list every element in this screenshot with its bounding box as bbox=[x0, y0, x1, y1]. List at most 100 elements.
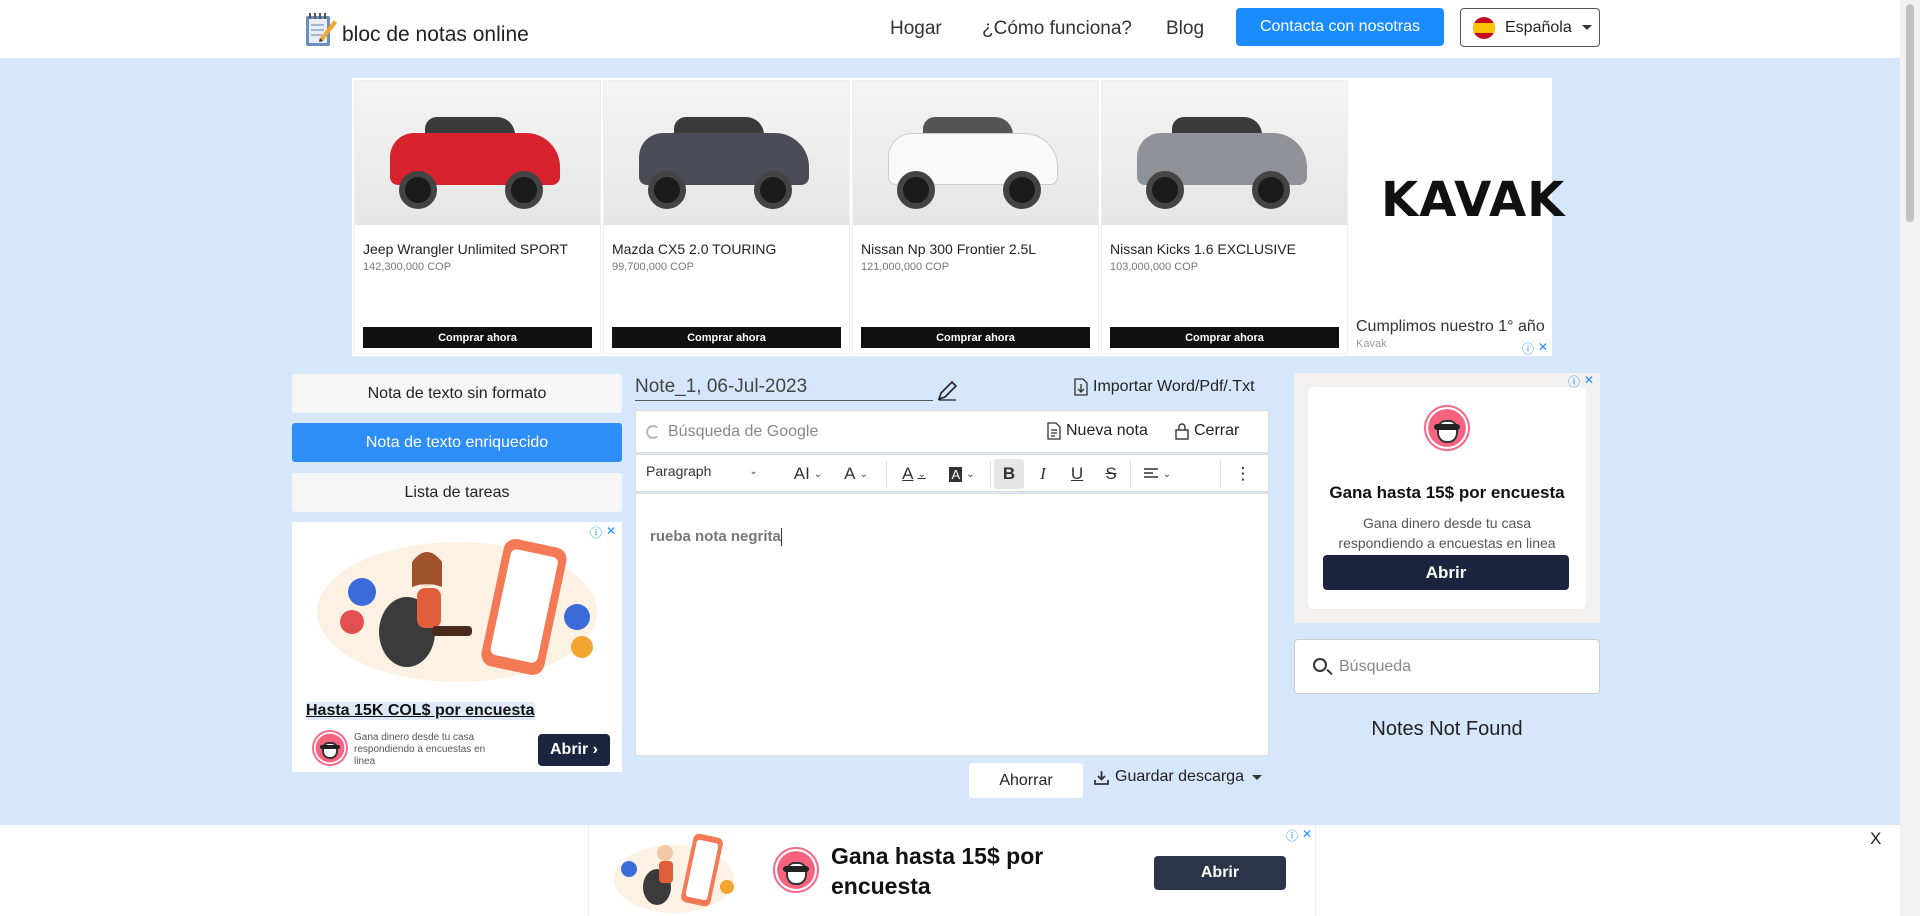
car-name: Mazda CX5 2.0 TOURING bbox=[612, 241, 777, 257]
ad-car-card[interactable]: Nissan Kicks 1.6 EXCLUSIVE 103,000,000 C… bbox=[1101, 80, 1348, 354]
font-size-dropdown[interactable]: AI ⌄ bbox=[788, 459, 828, 489]
ad-car-card[interactable]: Jeep Wrangler Unlimited SPORT 142,300,00… bbox=[354, 80, 601, 354]
editor-header-bar: Búsqueda de Google Nueva nota Cerrar bbox=[635, 410, 1269, 453]
editor-text-content: rueba nota negrita bbox=[650, 528, 781, 545]
left-ad-open-button[interactable]: Abrir › bbox=[538, 734, 610, 766]
left-ad[interactable]: Hasta 15K COL$ por encuesta Gana dinero … bbox=[292, 522, 622, 772]
kavak-logo: KAVAK bbox=[1381, 172, 1566, 228]
notes-search-input[interactable]: Búsqueda bbox=[1294, 639, 1600, 694]
chevron-down-icon bbox=[1581, 25, 1592, 30]
new-note-label: Nueva nota bbox=[1066, 422, 1148, 439]
ad-car-card[interactable]: Nissan Np 300 Frontier 2.5L 121,000,000 … bbox=[852, 80, 1099, 354]
line-height-icon: A bbox=[844, 464, 856, 483]
bottom-ad[interactable]: Gana hasta 15$ por encuesta Abrir ⓘ ✕ bbox=[588, 825, 1316, 916]
right-ad-open-button[interactable]: Abrir bbox=[1323, 555, 1569, 590]
align-left-icon bbox=[1143, 468, 1158, 478]
align-dropdown[interactable]: ⌄ bbox=[1136, 459, 1178, 489]
tab-task-list[interactable]: Lista de tareas bbox=[292, 473, 622, 512]
language-label: Española bbox=[1505, 18, 1572, 36]
chevron-down-icon: ⌄ bbox=[859, 468, 868, 480]
new-note-icon bbox=[1047, 422, 1061, 440]
block-format-dropdown[interactable]: Paragraph ⌄ bbox=[646, 463, 758, 479]
nav-home[interactable]: Hogar bbox=[890, 18, 942, 40]
spain-flag-icon bbox=[1473, 16, 1495, 39]
underline-button[interactable]: U bbox=[1062, 459, 1092, 489]
right-ad[interactable]: Gana hasta 15$ por encuesta Gana dinero … bbox=[1294, 373, 1600, 623]
adchoices-icon[interactable]: ⓘ bbox=[1522, 340, 1534, 357]
adchoices-icon[interactable]: ⓘ bbox=[1286, 827, 1298, 844]
chevron-down-icon: ⌄ bbox=[917, 468, 926, 480]
nav-how-it-works[interactable]: ¿Cómo funciona? bbox=[982, 18, 1132, 40]
nav-blog[interactable]: Blog bbox=[1166, 18, 1204, 40]
new-note-button[interactable]: Nueva nota bbox=[1046, 422, 1148, 440]
car-name: Jeep Wrangler Unlimited SPORT bbox=[363, 241, 568, 257]
highlight-icon: A bbox=[949, 466, 963, 482]
car-name: Nissan Kicks 1.6 EXCLUSIVE bbox=[1110, 241, 1296, 257]
editor-text: rueba nota negrita bbox=[650, 528, 782, 547]
highlight-color-dropdown[interactable]: A ⌄ bbox=[942, 459, 982, 489]
editor-content-area[interactable]: rueba nota negrita bbox=[635, 493, 1269, 756]
buy-now-button[interactable]: Comprar ahora bbox=[612, 327, 841, 348]
adchoices-icon[interactable]: ⓘ bbox=[590, 524, 602, 541]
buy-now-button[interactable]: Comprar ahora bbox=[861, 327, 1090, 348]
buy-now-button[interactable]: Comprar ahora bbox=[1110, 327, 1339, 348]
save-button[interactable]: Ahorrar bbox=[969, 763, 1083, 798]
import-label: Importar Word/Pdf/.Txt bbox=[1093, 378, 1255, 395]
line-height-dropdown[interactable]: A ⌄ bbox=[836, 459, 876, 489]
more-options-button[interactable]: ⋮ bbox=[1228, 459, 1258, 489]
top-ad-banner[interactable]: Jeep Wrangler Unlimited SPORT 142,300,00… bbox=[352, 78, 1564, 357]
tab-rich-text-note[interactable]: Nota de texto enriquecido bbox=[292, 423, 622, 462]
download-dropdown[interactable]: Guardar descarga bbox=[1094, 768, 1262, 786]
ad-close-icon[interactable]: ✕ bbox=[1538, 340, 1548, 354]
right-ad-title: Gana hasta 15$ por encuesta bbox=[1329, 483, 1565, 502]
adchoices-icon[interactable]: ⓘ bbox=[1568, 373, 1580, 390]
pencil-edit-icon[interactable] bbox=[936, 380, 958, 402]
contact-button[interactable]: Contacta con nosotras bbox=[1236, 8, 1444, 46]
left-ad-title[interactable]: Hasta 15K COL$ por encuesta bbox=[306, 702, 535, 720]
close-note-label: Cerrar bbox=[1194, 422, 1240, 439]
language-dropdown[interactable]: Española bbox=[1460, 8, 1600, 47]
bottom-ad-close-button[interactable]: X bbox=[1870, 829, 1881, 849]
right-ad-description: Gana dinero desde tu casa respondiendo a… bbox=[1338, 515, 1556, 551]
chevron-down-icon: ⌄ bbox=[749, 465, 758, 477]
llama-mascot-icon bbox=[312, 730, 348, 766]
llama-mascot-icon bbox=[1424, 405, 1470, 451]
import-file-button[interactable]: Importar Word/Pdf/.Txt bbox=[1073, 378, 1255, 396]
bold-button[interactable]: B bbox=[994, 459, 1024, 489]
car-image bbox=[355, 81, 600, 225]
notes-search-placeholder: Búsqueda bbox=[1339, 658, 1412, 675]
ad-close-icon[interactable]: ✕ bbox=[1584, 373, 1594, 387]
chevron-down-icon: ⌄ bbox=[966, 468, 975, 480]
chevron-right-icon: › bbox=[592, 741, 598, 758]
brand-name: bloc de notas online bbox=[342, 23, 529, 46]
ad-close-icon[interactable]: ✕ bbox=[606, 524, 616, 538]
note-title-input[interactable]: Note_1, 06-Jul-2023 bbox=[635, 376, 933, 401]
car-image bbox=[853, 81, 1098, 225]
llama-mascot-icon bbox=[773, 847, 819, 893]
right-ad-card[interactable]: Gana hasta 15$ por encuesta Gana dinero … bbox=[1308, 387, 1586, 609]
page-scrollbar[interactable] bbox=[1900, 0, 1920, 916]
google-search-input[interactable]: Búsqueda de Google bbox=[646, 423, 818, 441]
font-color-dropdown[interactable]: A ⌄ bbox=[894, 459, 934, 489]
survey-illustration bbox=[292, 522, 622, 696]
strikethrough-button[interactable]: S bbox=[1096, 459, 1126, 489]
chevron-down-icon bbox=[1251, 774, 1262, 780]
car-name: Nissan Np 300 Frontier 2.5L bbox=[861, 241, 1037, 257]
bottom-ad-illustration bbox=[609, 829, 739, 915]
scrollbar-thumb[interactable] bbox=[1906, 4, 1914, 222]
import-document-icon bbox=[1074, 378, 1088, 396]
buy-now-button[interactable]: Comprar ahora bbox=[363, 327, 592, 348]
search-icon bbox=[1313, 658, 1327, 672]
italic-button[interactable]: I bbox=[1028, 459, 1058, 489]
ad-car-card[interactable]: Mazda CX5 2.0 TOURING 99,700,000 COP Com… bbox=[603, 80, 850, 354]
ad-close-icon[interactable]: ✕ bbox=[1302, 827, 1312, 841]
tab-plain-text-note[interactable]: Nota de texto sin formato bbox=[292, 374, 622, 413]
car-image bbox=[1102, 81, 1347, 225]
ad-source: Kavak bbox=[1356, 338, 1387, 350]
bottom-ad-open-button[interactable]: Abrir bbox=[1154, 856, 1286, 890]
google-g-icon bbox=[646, 425, 660, 439]
car-image bbox=[604, 81, 849, 225]
brand-link[interactable]: bloc de notas online bbox=[304, 10, 529, 48]
close-note-button[interactable]: Cerrar bbox=[1174, 422, 1239, 440]
notes-empty-message: Notes Not Found bbox=[1371, 718, 1523, 740]
